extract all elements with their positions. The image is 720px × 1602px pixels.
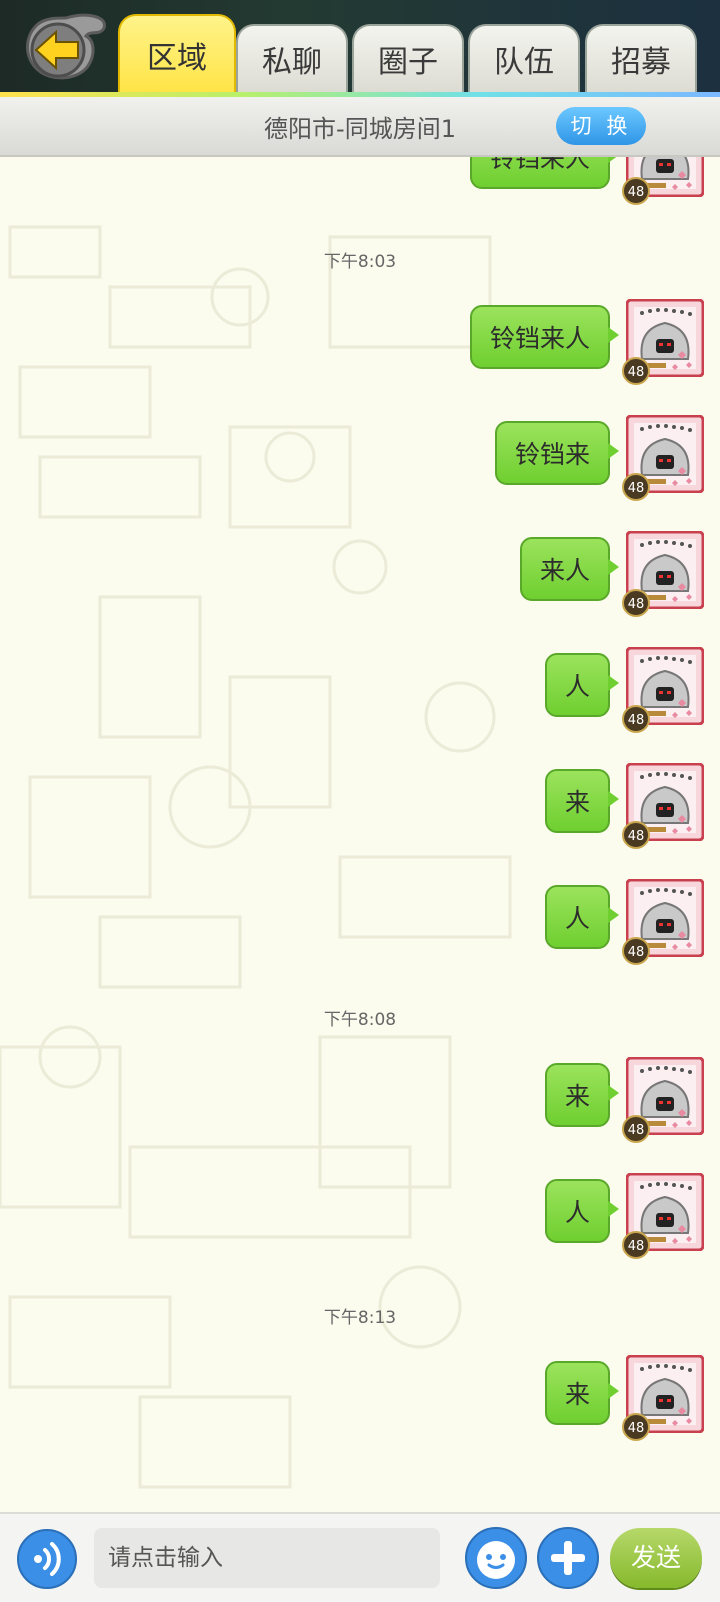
voice-icon — [17, 1529, 77, 1589]
chat-message-bubble[interactable]: 人 — [544, 885, 620, 949]
add-attachment-button[interactable] — [536, 1526, 600, 1590]
tab-region[interactable]: 区域 — [118, 14, 236, 94]
user-avatar[interactable]: 48 — [622, 157, 705, 205]
chat-message-bubble[interactable]: 来 — [544, 1063, 620, 1127]
message-text: 来 — [564, 788, 590, 817]
chat-message-bubble[interactable]: 来人 — [519, 537, 620, 601]
chat-message-bubble[interactable]: 铃铛来人 — [469, 305, 620, 369]
emoji-icon — [465, 1527, 527, 1589]
chat-area[interactable]: 铃铛来人 48 下午8:03 铃铛来人 48 铃铛来 48 来人 48 人 48… — [0, 157, 720, 1512]
message-text: 铃铛来 — [514, 440, 590, 469]
message-text: 来 — [564, 1380, 590, 1409]
timestamp: 下午8:03 — [323, 252, 397, 272]
user-avatar[interactable]: 48 — [622, 1056, 705, 1143]
input-bar: 请点击输入 发送 — [0, 1512, 720, 1602]
level-badge: 48 — [622, 937, 650, 965]
message-text: 人 — [564, 1198, 590, 1227]
level-badge: 48 — [622, 705, 650, 733]
chat-message-bubble[interactable]: 人 — [544, 653, 620, 717]
chat-message-bubble[interactable]: 来 — [544, 1361, 620, 1425]
message-input[interactable]: 请点击输入 — [94, 1528, 440, 1588]
top-tab-bar: 区域 私聊 圈子 队伍 招募 — [0, 0, 720, 94]
level-badge: 48 — [622, 821, 650, 849]
message-text: 来人 — [539, 556, 590, 585]
chat-message-bubble[interactable]: 铃铛来人 — [469, 157, 620, 189]
user-avatar[interactable]: 48 — [622, 298, 705, 385]
user-avatar[interactable]: 48 — [622, 646, 705, 733]
level-badge: 48 — [622, 1115, 650, 1143]
level-badge: 48 — [622, 177, 650, 205]
message-text: 铃铛来人 — [489, 157, 590, 173]
back-button[interactable] — [16, 10, 110, 84]
message-text: 铃铛来人 — [489, 324, 590, 353]
level-badge: 48 — [622, 589, 650, 617]
plus-icon — [537, 1527, 599, 1589]
tab-label: 圈子 — [378, 45, 438, 80]
send-button[interactable]: 发送 — [610, 1528, 702, 1588]
tab-label: 私聊 — [262, 45, 322, 80]
message-text: 来 — [564, 1082, 590, 1111]
user-avatar[interactable]: 48 — [622, 414, 705, 501]
chat-message-bubble[interactable]: 铃铛来 — [494, 421, 620, 485]
message-text: 人 — [564, 672, 590, 701]
tab-circle[interactable]: 圈子 — [352, 24, 464, 92]
timestamp: 下午8:13 — [323, 1308, 397, 1328]
chat-message-bubble[interactable]: 来 — [544, 769, 620, 833]
tab-recruit[interactable]: 招募 — [585, 24, 697, 92]
user-avatar[interactable]: 48 — [622, 530, 705, 617]
switch-room-button[interactable]: 切 换 — [556, 107, 646, 145]
voice-button[interactable] — [16, 1528, 78, 1590]
timestamp: 下午8:08 — [323, 1010, 397, 1030]
tab-label: 队伍 — [494, 45, 554, 80]
tab-label: 招募 — [611, 45, 671, 80]
room-bar: 德阳市-同城房间1 切 换 — [0, 97, 720, 157]
user-avatar[interactable]: 48 — [622, 1354, 705, 1441]
tab-label: 区域 — [147, 41, 207, 76]
tab-private-chat[interactable]: 私聊 — [236, 24, 348, 92]
chat-message-bubble[interactable]: 人 — [544, 1179, 620, 1243]
level-badge: 48 — [622, 357, 650, 385]
message-text: 人 — [564, 904, 590, 933]
tab-team[interactable]: 队伍 — [468, 24, 580, 92]
user-avatar[interactable]: 48 — [622, 762, 705, 849]
level-badge: 48 — [622, 1231, 650, 1259]
user-avatar[interactable]: 48 — [622, 1172, 705, 1259]
back-arrow-icon — [26, 13, 106, 80]
level-badge: 48 — [622, 473, 650, 501]
emoji-button[interactable] — [464, 1526, 528, 1590]
user-avatar[interactable]: 48 — [622, 878, 705, 965]
level-badge: 48 — [622, 1413, 650, 1441]
